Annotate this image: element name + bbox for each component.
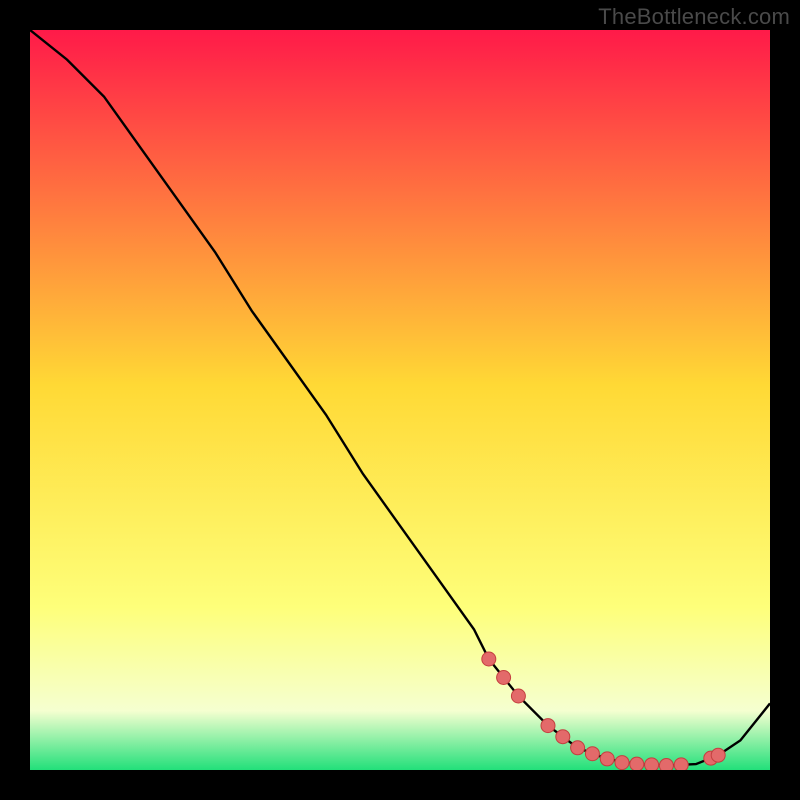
marker-dot: [615, 756, 629, 770]
marker-dot: [482, 652, 496, 666]
marker-dot: [585, 747, 599, 761]
marker-dot: [600, 752, 614, 766]
marker-dot: [511, 689, 525, 703]
marker-dot: [541, 719, 555, 733]
marker-dot: [571, 741, 585, 755]
marker-dot: [645, 758, 659, 770]
marker-dot: [497, 671, 511, 685]
marker-dot: [630, 757, 644, 770]
chart-frame: TheBottleneck.com: [0, 0, 800, 800]
marker-dot: [674, 758, 688, 770]
marker-dot: [556, 730, 570, 744]
watermark-text: TheBottleneck.com: [598, 4, 790, 30]
plot-area: [30, 30, 770, 770]
chart-svg: [30, 30, 770, 770]
marker-dot: [659, 759, 673, 770]
marker-dot: [711, 748, 725, 762]
gradient-background: [30, 30, 770, 770]
